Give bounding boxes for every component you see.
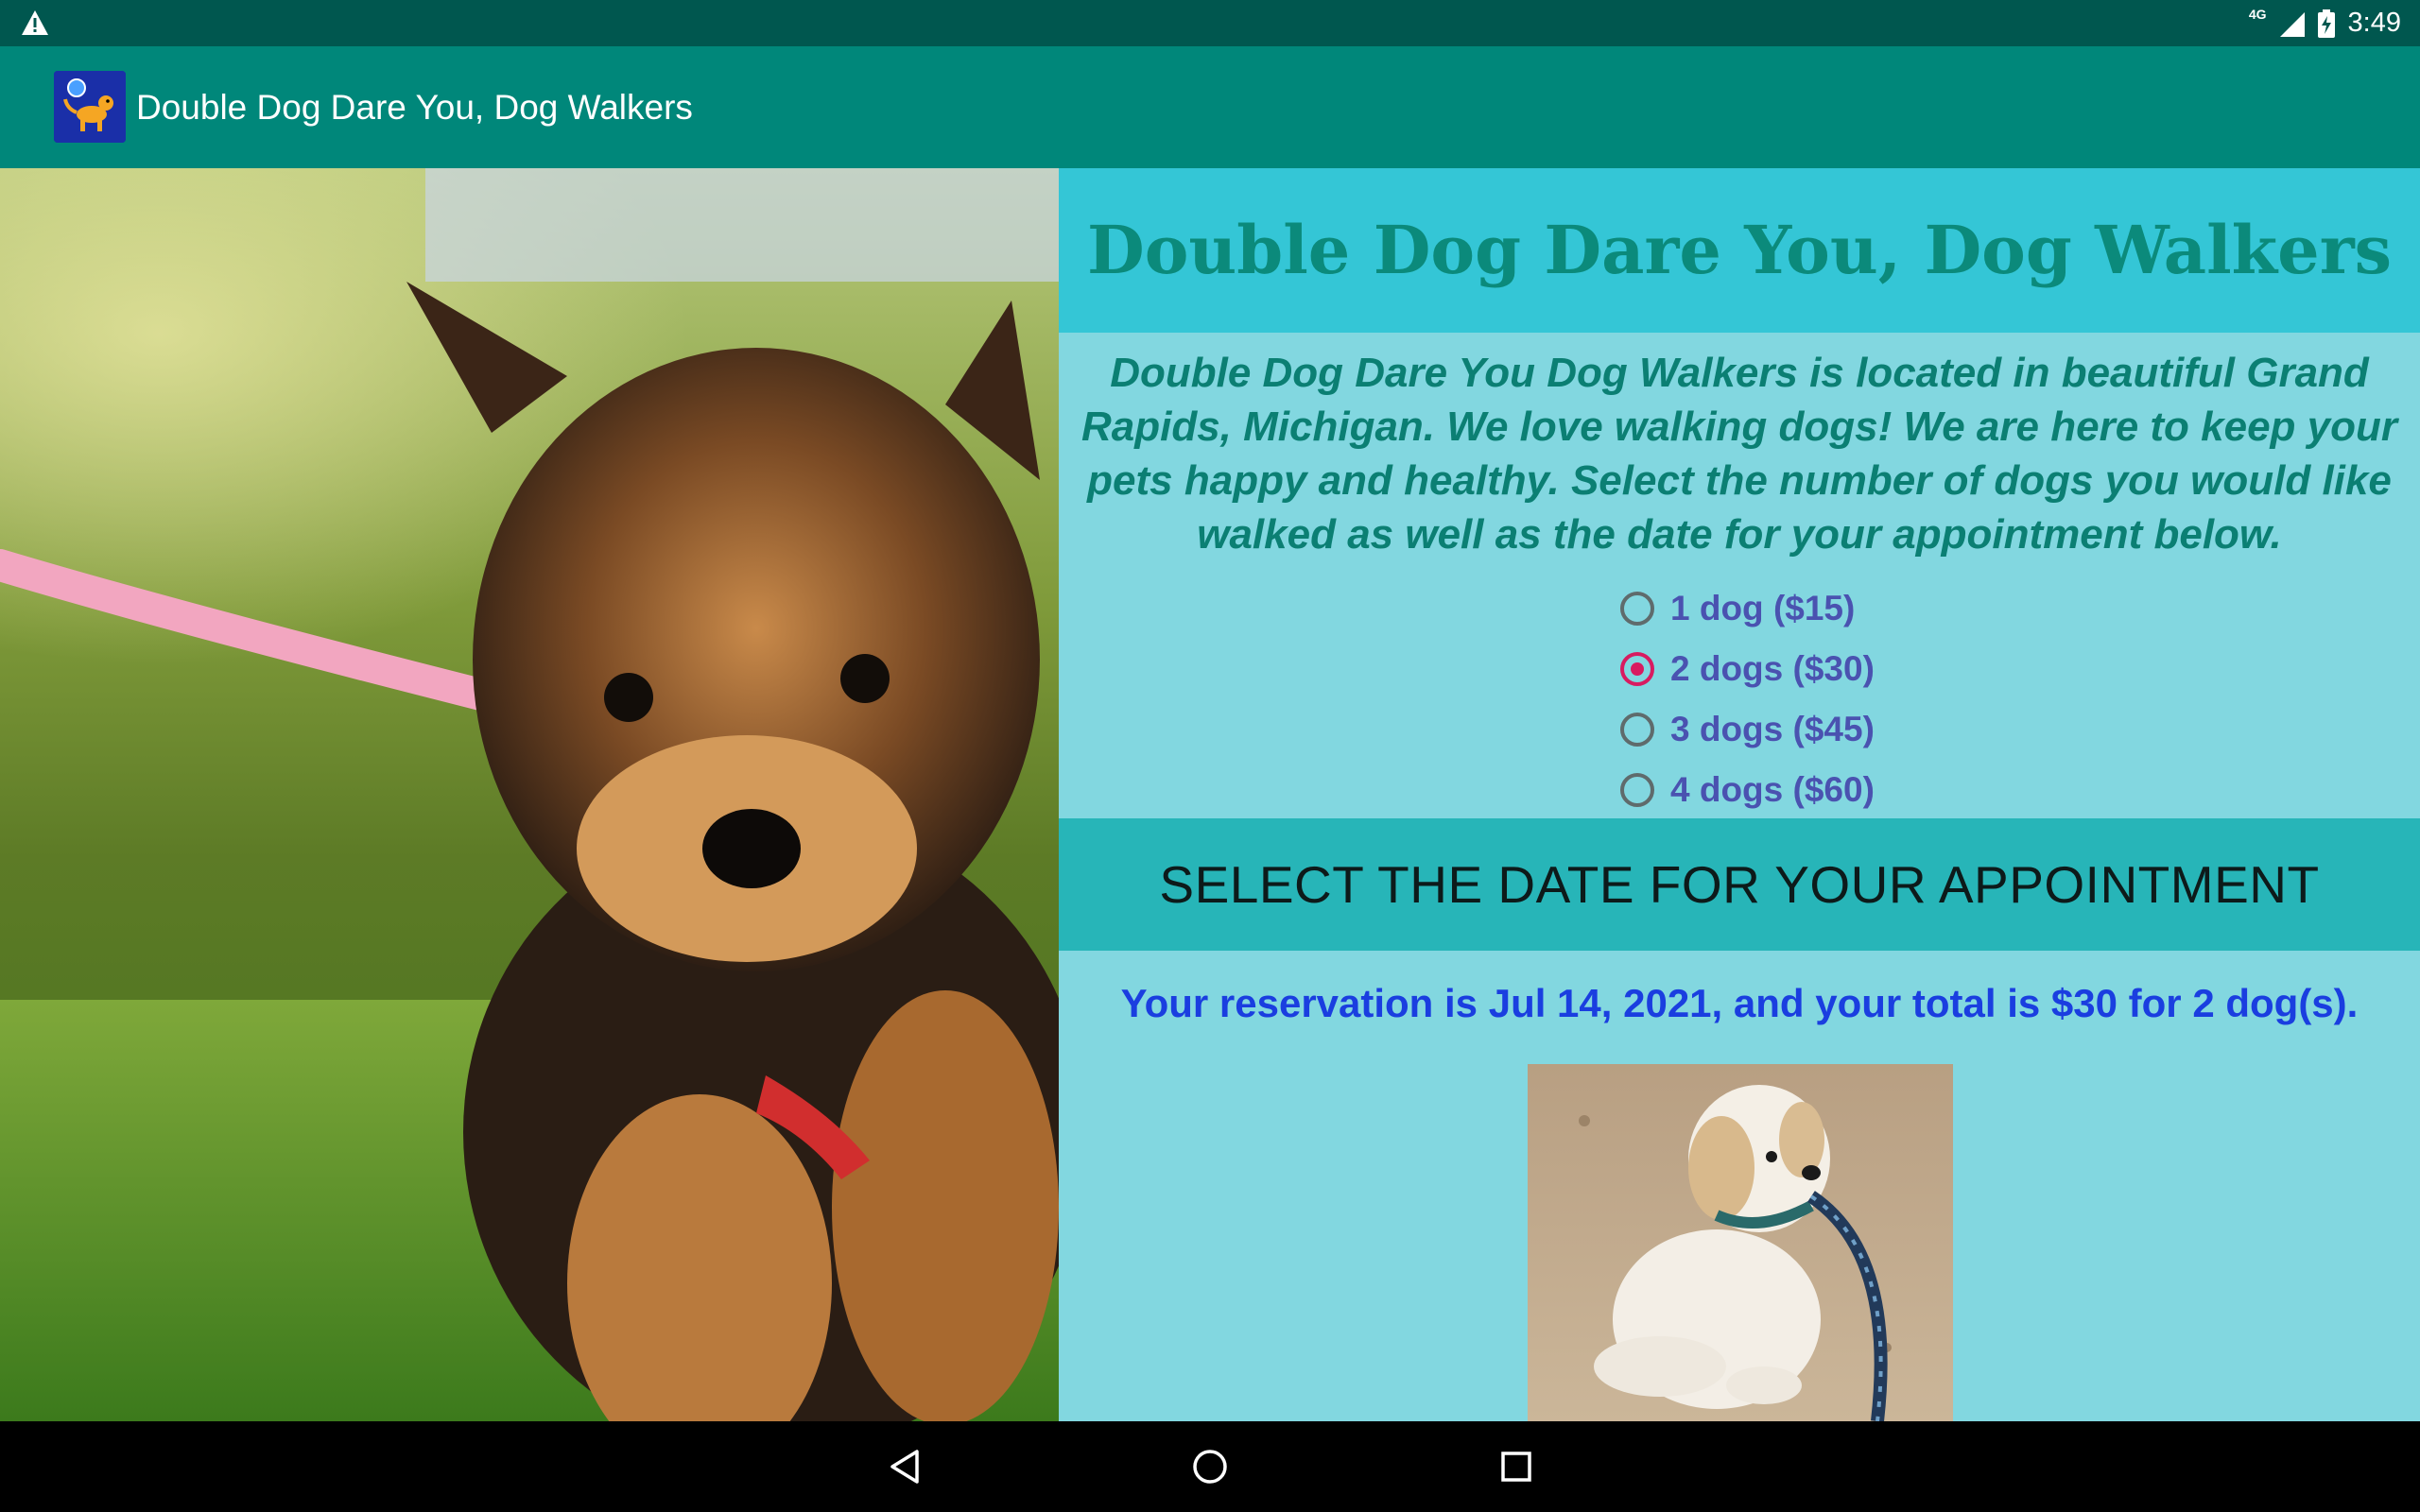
status-bar: 4G 3:49	[0, 0, 2420, 46]
radio-selected-dot	[1631, 662, 1644, 676]
app-title: Double Dog Dare You, Dog Walkers	[136, 88, 693, 127]
yorkie-puppy-photo	[0, 168, 1059, 1421]
radio-label: 1 dog ($15)	[1670, 589, 1856, 627]
main-content: Double Dog Dare You, Dog Walkers Double …	[1059, 168, 2420, 1421]
radio-option-3-dogs[interactable]: 3 dogs ($45)	[1620, 703, 1875, 756]
radio-button-checked[interactable]	[1620, 652, 1654, 686]
clock: 3:49	[2347, 8, 2401, 38]
puppy-with-leash-photo	[1528, 1064, 1953, 1421]
radio-label: 4 dogs ($60)	[1670, 770, 1875, 809]
description-text: Double Dog Dare You Dog Walkers is locat…	[1080, 350, 2398, 558]
warning-icon	[22, 10, 48, 35]
dog-logo-icon	[54, 71, 126, 143]
home-icon[interactable]	[1189, 1446, 1231, 1487]
radio-option-1-dog[interactable]: 1 dog ($15)	[1620, 582, 1855, 635]
radio-label: 3 dogs ($45)	[1670, 710, 1875, 748]
radio-label: 2 dogs ($30)	[1670, 649, 1875, 688]
radio-button-unchecked[interactable]	[1620, 773, 1654, 807]
signal-icon	[2279, 11, 2305, 37]
back-icon[interactable]	[885, 1446, 926, 1487]
select-date-button[interactable]: SELECT THE DATE FOR YOUR APPOINTMENT	[1059, 818, 2420, 951]
radio-option-2-dogs[interactable]: 2 dogs ($30)	[1620, 643, 1875, 696]
radio-option-4-dogs[interactable]: 4 dogs ($60)	[1620, 764, 1875, 816]
app-bar: Double Dog Dare You, Dog Walkers	[0, 46, 2420, 168]
radio-button-unchecked[interactable]	[1620, 713, 1654, 747]
page-heading: Double Dog Dare You, Dog Walkers	[1086, 211, 2392, 289]
reservation-summary: Your reservation is Jul 14, 2021, and yo…	[1120, 981, 2359, 1025]
recents-icon[interactable]	[1495, 1446, 1537, 1487]
navigation-bar	[0, 1421, 2420, 1512]
battery-charging-icon	[2317, 9, 2335, 38]
radio-button-unchecked[interactable]	[1620, 592, 1654, 626]
network-type-label: 4G	[2248, 6, 2267, 22]
